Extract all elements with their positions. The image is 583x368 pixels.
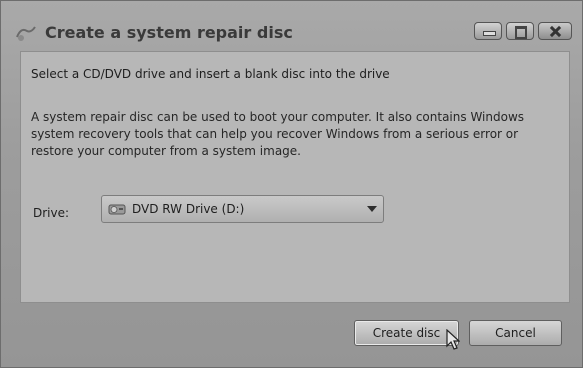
content-panel: Select a CD/DVD drive and insert a blank… xyxy=(20,51,570,303)
maximize-button[interactable] xyxy=(506,22,534,40)
chevron-down-icon[interactable] xyxy=(367,206,377,212)
dialog-window: Create a system repair disc Select a CD/… xyxy=(0,0,583,368)
button-footer: Create disc Cancel xyxy=(1,303,582,367)
instruction-text: Select a CD/DVD drive and insert a blank… xyxy=(31,67,390,81)
drive-label: Drive: xyxy=(33,206,70,220)
minimize-button[interactable] xyxy=(474,22,502,40)
caption-buttons xyxy=(474,22,572,42)
drive-selected-value: DVD RW Drive (D:) xyxy=(132,202,245,216)
window-title: Create a system repair disc xyxy=(45,23,293,42)
close-button[interactable] xyxy=(538,22,572,40)
cancel-button[interactable]: Cancel xyxy=(469,320,562,346)
mouse-cursor-icon xyxy=(446,329,460,350)
dvd-drive-icon xyxy=(108,204,126,215)
repair-disc-icon xyxy=(16,26,36,41)
drive-dropdown[interactable]: DVD RW Drive (D:) xyxy=(101,195,384,223)
title-bar[interactable]: Create a system repair disc xyxy=(1,1,582,51)
description-text: A system repair disc can be used to boot… xyxy=(31,110,525,158)
create-disc-button[interactable]: Create disc xyxy=(354,320,459,346)
